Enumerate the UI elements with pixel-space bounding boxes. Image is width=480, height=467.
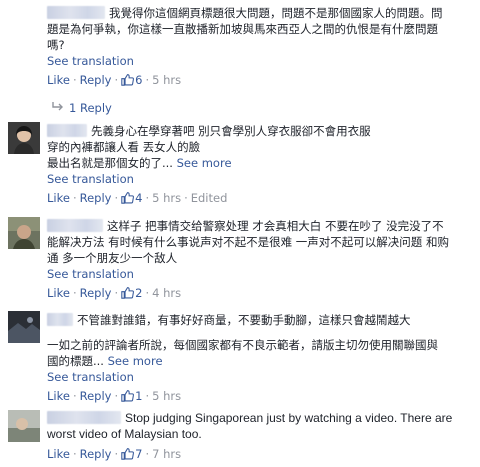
like-count[interactable]: 7	[121, 447, 142, 461]
thumbs-up-icon	[121, 448, 135, 460]
like-link[interactable]: Like	[47, 73, 70, 87]
comment-actions: Like · Reply · 4 · 5 hrs · Edited	[47, 191, 228, 205]
see-more-link[interactable]: See more	[108, 354, 163, 368]
thumbs-up-icon	[121, 192, 135, 204]
comment-line: worst video of Malaysian too.	[47, 427, 202, 441]
comment-body: Stop judging Singaporean just by watchin…	[47, 410, 472, 463]
comment-line: 國的標題...	[47, 354, 104, 368]
comment-4: 不管誰對誰錯，有事好好商量，不要動手動腳，這樣只會越鬧越大 一如之前的評論者所說…	[0, 307, 480, 407]
comment-actions: Like · Reply · 2 · 4 hrs	[47, 286, 182, 300]
avatar-image	[8, 410, 40, 442]
thumbs-up-icon	[121, 287, 135, 299]
comment-text: Stop judging Singaporean just by watchin…	[47, 410, 472, 442]
reply-arrow-icon	[52, 102, 63, 111]
comment-line: 能解决方法 有时候有什么事说声对不起不是很难 一声对不起可以解决问题 和购	[47, 235, 449, 249]
thumbs-up-icon	[121, 74, 135, 86]
commenter-name[interactable]	[47, 313, 73, 326]
comment-body: 我覺得你這個網頁標題很大問題，問題不是那個國家人的問題。問 題是為何爭執，你這樣…	[47, 5, 472, 115]
see-translation-link[interactable]: See translation	[47, 369, 472, 386]
comment-line: 这样子 把事情交给警察处理 才会真相大白 不要在吵了 没完没了不	[107, 219, 444, 233]
comment-time: 5 hrs	[152, 73, 182, 87]
comment-1: 我覺得你這個網頁標題很大問題，問題不是那個國家人的問題。問 題是為何爭執，你這樣…	[0, 0, 480, 115]
like-link[interactable]: Like	[47, 389, 70, 403]
like-link[interactable]: Like	[47, 447, 70, 461]
comment-line-spacer	[47, 328, 472, 337]
comment-line: 嗎?	[47, 38, 65, 52]
avatar[interactable]	[8, 217, 40, 249]
like-count[interactable]: 1	[121, 389, 142, 403]
comment-5: Stop judging Singaporean just by watchin…	[0, 408, 480, 467]
comment-line: 最出名就是那個女的了...	[47, 156, 173, 170]
reply-link[interactable]: Reply	[80, 447, 112, 461]
avatar[interactable]	[8, 311, 40, 343]
commenter-name[interactable]	[47, 411, 121, 424]
commenter-name[interactable]	[47, 219, 103, 232]
comment-text: 我覺得你這個網頁標題很大問題，問題不是那個國家人的問題。問 題是為何爭執，你這樣…	[47, 5, 472, 53]
avatar-image	[8, 311, 40, 343]
avatar[interactable]	[8, 122, 40, 154]
reply-link[interactable]: Reply	[80, 389, 112, 403]
comment-actions: Like · Reply · 6 · 5 hrs	[47, 73, 182, 87]
see-translation-link[interactable]: See translation	[47, 171, 472, 188]
avatar-image	[8, 217, 40, 249]
avatar-image	[8, 122, 40, 154]
comment-line: 穿的內褲都讓人看 丟女人的臉	[47, 140, 201, 154]
comment-line: 我覺得你這個網頁標題很大問題，問題不是那個國家人的問題。問	[109, 6, 443, 20]
comment-actions: Like · Reply · 7 · 7 hrs	[47, 447, 182, 461]
reply-link[interactable]: Reply	[80, 286, 112, 300]
see-more-link[interactable]: See more	[177, 156, 232, 170]
see-translation-link[interactable]: See translation	[47, 266, 472, 283]
comment-body: 不管誰對誰錯，有事好好商量，不要動手動腳，這樣只會越鬧越大 一如之前的評論者所說…	[47, 312, 472, 405]
replies-link[interactable]: 1 Reply	[51, 100, 112, 116]
comment-actions: Like · Reply · 1 · 5 hrs	[47, 389, 182, 403]
comment-text: 这样子 把事情交给警察处理 才会真相大白 不要在吵了 没完没了不 能解决方法 有…	[47, 218, 472, 266]
comment-line: 先義身心在學穿著吧 別只會學別人穿衣服卻不會用衣服	[91, 124, 371, 138]
comment-body: 这样子 把事情交给警察处理 才会真相大白 不要在吵了 没完没了不 能解决方法 有…	[47, 218, 472, 302]
like-count[interactable]: 2	[121, 286, 142, 300]
commenter-name[interactable]	[47, 124, 87, 137]
comment-body: 先義身心在學穿著吧 別只會學別人穿衣服卻不會用衣服 穿的內褲都讓人看 丟女人的臉…	[47, 123, 472, 207]
like-link[interactable]: Like	[47, 286, 70, 300]
comment-line: 不管誰對誰錯，有事好好商量，不要動手動腳，這樣只會越鬧越大	[77, 313, 411, 327]
comment-line: 題是為何爭執，你這樣一直散播新加坡與馬來西亞人之間的仇恨是有什麼問題	[47, 22, 438, 36]
comment-time: 5 hrs	[152, 191, 182, 205]
thumbs-up-icon	[121, 390, 135, 402]
avatar[interactable]	[8, 410, 40, 442]
see-translation-link[interactable]: See translation	[47, 53, 472, 70]
commenter-name[interactable]	[47, 6, 105, 19]
reply-link[interactable]: Reply	[80, 73, 112, 87]
comment-line: 通 多一个朋友少一个敌人	[47, 251, 178, 265]
comment-time: 7 hrs	[152, 447, 182, 461]
edited-label[interactable]: Edited	[191, 191, 228, 205]
comment-line: 一如之前的評論者所說，每個國家都有不良示範者，請版主切勿使用關聯國與	[47, 338, 438, 352]
like-count[interactable]: 4	[121, 191, 142, 205]
like-count[interactable]: 6	[121, 73, 142, 87]
comment-time: 5 hrs	[152, 389, 182, 403]
comment-text: 先義身心在學穿著吧 別只會學別人穿衣服卻不會用衣服 穿的內褲都讓人看 丟女人的臉…	[47, 123, 472, 171]
comment-2: 先義身心在學穿著吧 別只會學別人穿衣服卻不會用衣服 穿的內褲都讓人看 丟女人的臉…	[0, 118, 480, 210]
like-link[interactable]: Like	[47, 191, 70, 205]
replies-label: 1 Reply	[69, 101, 112, 115]
comment-text: 不管誰對誰錯，有事好好商量，不要動手動腳，這樣只會越鬧越大 一如之前的評論者所說…	[47, 312, 472, 369]
comment-3: 这样子 把事情交给警察处理 才会真相大白 不要在吵了 没完没了不 能解决方法 有…	[0, 213, 480, 305]
comment-line: Stop judging Singaporean just by watchin…	[125, 411, 453, 425]
comment-time: 4 hrs	[152, 286, 182, 300]
reply-link[interactable]: Reply	[80, 191, 112, 205]
